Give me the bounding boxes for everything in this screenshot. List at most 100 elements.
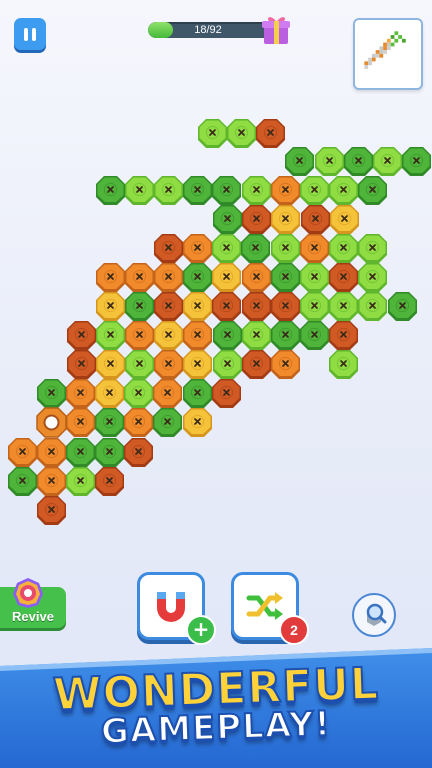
nut-do[interactable]	[270, 291, 301, 322]
empty-slot[interactable]	[35, 406, 67, 438]
nut-ye[interactable]	[95, 291, 126, 322]
nut-lg[interactable]	[241, 320, 272, 351]
nut-lg[interactable]	[95, 320, 126, 351]
nut-lg[interactable]	[357, 291, 388, 322]
nut-ye[interactable]	[329, 204, 360, 235]
nut-or[interactable]	[123, 407, 154, 438]
nut-ye[interactable]	[182, 291, 213, 322]
nut-dg[interactable]	[270, 262, 301, 293]
nut-ye[interactable]	[94, 378, 125, 409]
nut-lg[interactable]	[270, 233, 301, 264]
nut-do[interactable]	[241, 204, 272, 235]
nut-dg[interactable]	[94, 437, 125, 468]
nut-dg[interactable]	[152, 407, 183, 438]
nut-do[interactable]	[153, 233, 184, 264]
nut-dg[interactable]	[284, 146, 315, 177]
nut-do[interactable]	[123, 437, 154, 468]
nut-ye[interactable]	[270, 204, 301, 235]
nut-or[interactable]	[241, 262, 272, 293]
nut-or[interactable]	[65, 378, 96, 409]
nut-ye[interactable]	[211, 262, 242, 293]
nut-or[interactable]	[153, 262, 184, 293]
nut-or[interactable]	[152, 378, 183, 409]
nut-do[interactable]	[211, 291, 242, 322]
nut-dg[interactable]	[182, 175, 213, 206]
nut-do[interactable]	[211, 378, 242, 409]
nut-lg[interactable]	[328, 233, 359, 264]
nut-lg[interactable]	[328, 291, 359, 322]
nut-or[interactable]	[124, 262, 155, 293]
nut-lg[interactable]	[241, 175, 272, 206]
nut-board	[0, 0, 432, 580]
nut-dg[interactable]	[240, 233, 271, 264]
nut-lg[interactable]	[372, 146, 403, 177]
nut-or[interactable]	[270, 349, 301, 380]
nut-dg[interactable]	[343, 146, 374, 177]
nut-do[interactable]	[241, 291, 272, 322]
nut-lg[interactable]	[226, 118, 257, 149]
nut-dg[interactable]	[95, 175, 126, 206]
nut-lg[interactable]	[65, 466, 96, 497]
nut-do[interactable]	[66, 349, 97, 380]
nut-dg[interactable]	[94, 407, 125, 438]
nut-dg[interactable]	[270, 320, 301, 351]
nut-do[interactable]	[94, 466, 125, 497]
nut-or[interactable]	[299, 233, 330, 264]
nut-or[interactable]	[7, 437, 38, 468]
nut-lg[interactable]	[299, 262, 330, 293]
nut-do[interactable]	[66, 320, 97, 351]
revive-label: Revive	[12, 609, 54, 624]
nut-do[interactable]	[36, 495, 67, 526]
nut-dg[interactable]	[387, 291, 418, 322]
nut-lg[interactable]	[299, 175, 330, 206]
nut-dg[interactable]	[211, 175, 242, 206]
nut-dg[interactable]	[357, 175, 388, 206]
nut-lg[interactable]	[299, 291, 330, 322]
nut-or[interactable]	[95, 262, 126, 293]
nut-dg[interactable]	[212, 204, 243, 235]
nut-or[interactable]	[36, 437, 67, 468]
magnifier-icon	[366, 603, 387, 626]
nut-lg[interactable]	[123, 378, 154, 409]
nut-do[interactable]	[241, 349, 272, 380]
nut-lg[interactable]	[197, 118, 228, 149]
nut-lg[interactable]	[124, 349, 155, 380]
nut-lg[interactable]	[124, 175, 155, 206]
nut-do[interactable]	[153, 291, 184, 322]
nut-or[interactable]	[124, 320, 155, 351]
nut-or[interactable]	[36, 466, 67, 497]
nut-or[interactable]	[153, 349, 184, 380]
nut-ye[interactable]	[182, 407, 213, 438]
nut-lg[interactable]	[153, 175, 184, 206]
nut-dg[interactable]	[182, 262, 213, 293]
nut-lg[interactable]	[314, 146, 345, 177]
nut-lg[interactable]	[212, 349, 243, 380]
nut-dg[interactable]	[65, 437, 96, 468]
nut-lg[interactable]	[357, 233, 388, 264]
nut-do[interactable]	[255, 118, 286, 149]
nut-dg[interactable]	[36, 378, 67, 409]
nut-ye[interactable]	[95, 349, 126, 380]
nut-lg[interactable]	[328, 175, 359, 206]
revive-button[interactable]: Revive	[0, 578, 66, 628]
nut-lg[interactable]	[357, 262, 388, 293]
magnet-add-badge[interactable]: +	[186, 615, 216, 645]
nut-ye[interactable]	[153, 320, 184, 351]
nut-lg[interactable]	[211, 233, 242, 264]
nut-or[interactable]	[270, 175, 301, 206]
nut-dg[interactable]	[124, 291, 155, 322]
zoom-tool-button[interactable]	[352, 593, 396, 637]
nut-or[interactable]	[182, 233, 213, 264]
nut-or[interactable]	[65, 407, 96, 438]
nut-dg[interactable]	[401, 146, 432, 177]
nut-dg[interactable]	[212, 320, 243, 351]
nut-dg[interactable]	[299, 320, 330, 351]
nut-dg[interactable]	[182, 378, 213, 409]
nut-do[interactable]	[328, 320, 359, 351]
nut-do[interactable]	[328, 262, 359, 293]
nut-dg[interactable]	[7, 466, 38, 497]
nut-lg[interactable]	[328, 349, 359, 380]
nut-do[interactable]	[300, 204, 331, 235]
nut-or[interactable]	[182, 320, 213, 351]
nut-ye[interactable]	[182, 349, 213, 380]
